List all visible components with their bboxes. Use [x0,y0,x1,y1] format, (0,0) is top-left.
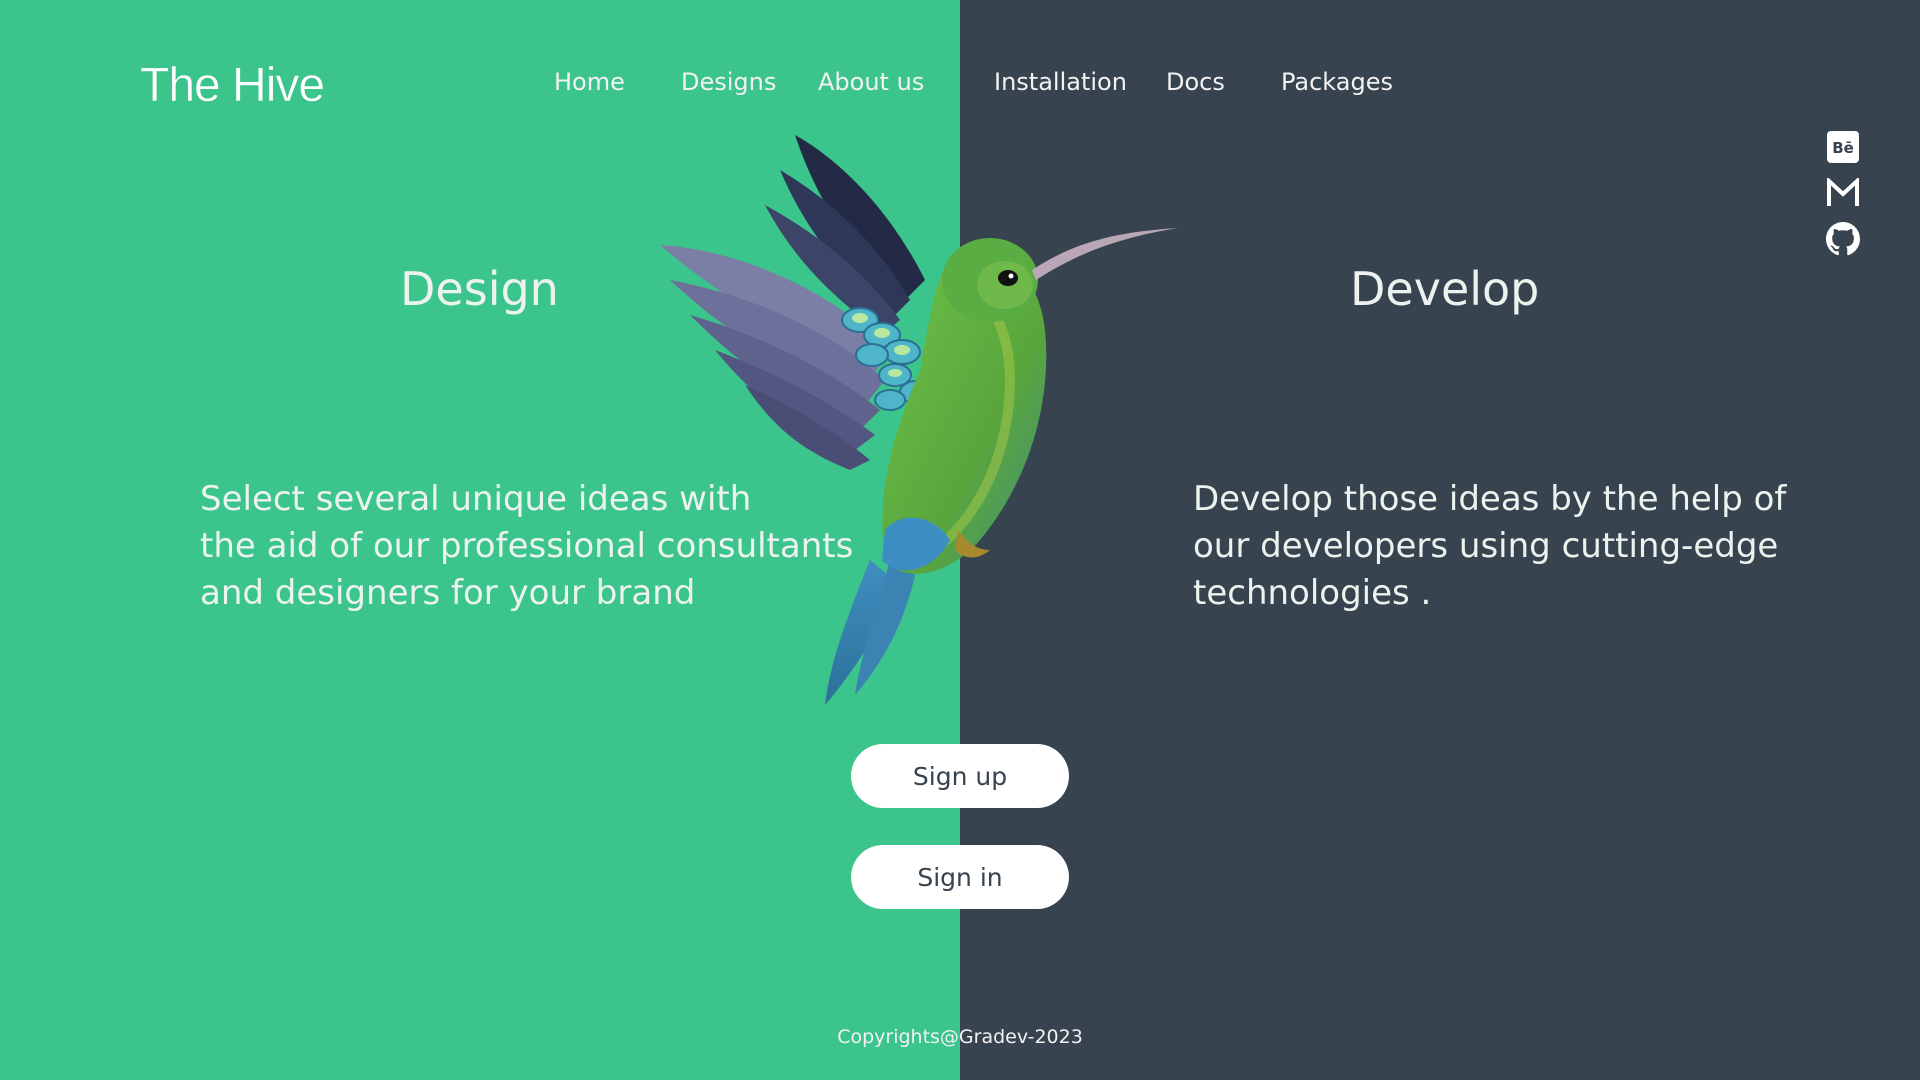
nav-designs[interactable]: Designs [681,68,776,96]
gmail-icon[interactable] [1826,176,1860,210]
nav-packages[interactable]: Packages [1281,68,1393,96]
nav-about-us[interactable]: About us [818,68,924,96]
behance-icon[interactable]: Bē [1826,130,1860,164]
svg-text:Bē: Bē [1832,139,1854,157]
design-title: Design [400,262,559,316]
sign-up-button[interactable]: Sign up [851,744,1069,808]
develop-description: Develop those ideas by the help of our d… [1193,476,1786,617]
copyright-text: Copyrights@Gradev-2023 [837,1026,1083,1048]
develop-title: Develop [1350,262,1540,316]
hummingbird-image [660,135,1178,705]
sign-in-button[interactable]: Sign in [851,845,1069,909]
brand-logo[interactable]: The Hive [140,58,326,113]
develop-line: our developers using cutting-edge [1193,526,1779,566]
nav-home[interactable]: Home [554,68,625,96]
develop-line: Develop those ideas by the help of [1193,479,1787,519]
develop-line: technologies . [1193,573,1432,613]
nav-installation[interactable]: Installation [994,68,1127,96]
github-icon[interactable] [1826,222,1860,256]
nav-docs[interactable]: Docs [1166,68,1225,96]
